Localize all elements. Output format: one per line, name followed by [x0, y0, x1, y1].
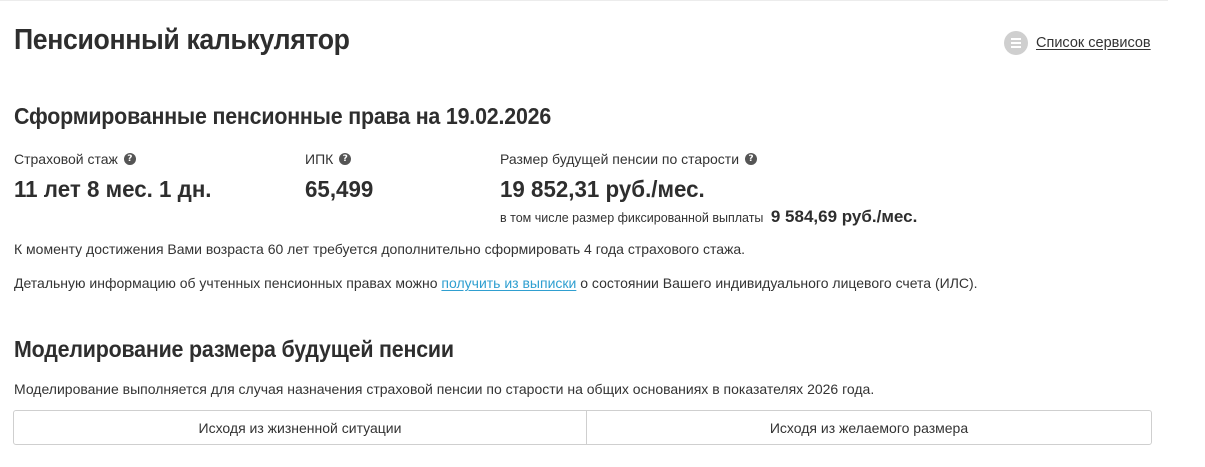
modeling-section-title: Моделирование размера будущей пенсии: [14, 336, 454, 362]
question-circle-icon[interactable]: ?: [123, 153, 136, 165]
services-list-link[interactable]: Список сервисов: [1004, 31, 1151, 55]
rights-section-title: Сформированные пенсионные права на 19.02…: [14, 103, 552, 129]
ipk-label: ИПК: [305, 151, 334, 167]
details-paragraph: Детальную информацию об учтенных пенсион…: [14, 275, 978, 291]
stazh-value: 11 лет 8 мес. 1 дн.: [14, 176, 212, 202]
fixed-payment-label: в том числе размер фиксированной выплаты: [500, 211, 764, 225]
age-requirement-note: К моменту достижения Вами возраста 60 ле…: [14, 241, 746, 257]
stazh-block: Страховой стаж ? 11 лет 8 мес. 1 дн.: [14, 151, 222, 203]
tab-life-situation[interactable]: Исходя из жизненной ситуации: [14, 411, 587, 444]
pension-value: 19 852,31 руб./мес.: [500, 176, 705, 202]
ipk-block: ИПК ? 65,499: [305, 151, 377, 203]
details-suffix: о состоянии Вашего индивидуального лицев…: [580, 275, 978, 291]
modeling-tabs: Исходя из жизненной ситуации Исходя из ж…: [13, 410, 1152, 445]
page-title: Пенсионный калькулятор: [14, 24, 350, 56]
pension-calculator-page: Пенсионный калькулятор Список сервисов С…: [0, 0, 1205, 467]
menu-icon: [1004, 31, 1028, 55]
tab-desired-amount[interactable]: Исходя из желаемого размера: [587, 411, 1151, 444]
statement-link[interactable]: получить из выписки: [441, 275, 576, 291]
fixed-payment-line: в том числе размер фиксированной выплаты…: [500, 207, 917, 227]
ipk-value: 65,499: [305, 176, 374, 202]
services-list-label: Список сервисов: [1036, 35, 1151, 51]
stazh-label: Страховой стаж: [14, 151, 118, 167]
question-circle-icon[interactable]: ?: [339, 153, 352, 165]
pension-label: Размер будущей пенсии по старости: [500, 151, 740, 167]
details-prefix: Детальную информацию об учтенных пенсион…: [14, 275, 438, 291]
question-circle-icon[interactable]: ?: [745, 153, 758, 165]
fixed-payment-value: 9 584,69 руб./мес.: [770, 207, 918, 226]
pension-block: Размер будущей пенсии по старости ? 19 8…: [500, 151, 758, 203]
modeling-description: Моделирование выполняется для случая наз…: [14, 381, 875, 397]
top-divider: [0, 0, 1168, 1]
